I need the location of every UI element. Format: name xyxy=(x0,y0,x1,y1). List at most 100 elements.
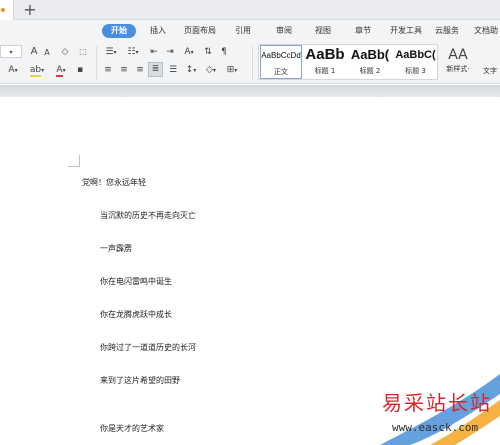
char-shading-icon: ▪ xyxy=(76,65,84,75)
line-spacing-button[interactable]: ↕▾ xyxy=(183,64,199,77)
align-center-icon: ≡ xyxy=(120,65,128,75)
chevron-down-icon: ▾ xyxy=(113,49,117,56)
pilcrow-icon: ¶ xyxy=(221,47,227,57)
char-shading-button[interactable]: ▪ xyxy=(74,64,86,76)
clear-format-button[interactable]: ◇ xyxy=(58,46,72,58)
phonetic-icon: ⬚ xyxy=(79,47,87,56)
margin-corner-mark xyxy=(68,155,80,167)
menu-home[interactable]: 开始 xyxy=(102,24,136,38)
watermark-url: www.easck.com xyxy=(392,421,479,434)
tab-bar: + xyxy=(0,0,500,20)
new-style-button[interactable]: AA 新样式· xyxy=(443,46,473,80)
align-right-icon: ≡ xyxy=(136,65,144,75)
chevron-down-icon: ▾ xyxy=(135,49,139,56)
align-center-button[interactable]: ≡ xyxy=(118,64,130,76)
distributed-align-icon: ☰ xyxy=(168,65,178,75)
text-line[interactable]: 党啊！您永远年轻 xyxy=(82,177,146,189)
chevron-down-icon: ▾ xyxy=(14,67,18,74)
shrink-font-button[interactable]: A xyxy=(42,47,52,59)
style-label: 标题 1 xyxy=(314,67,336,75)
show-marks-button[interactable]: ¶ xyxy=(218,46,230,58)
chevron-down-icon: ▾ xyxy=(193,67,197,74)
numbering-button[interactable]: ☷▾ xyxy=(124,46,142,59)
text-line[interactable]: 你是天才的艺术家 xyxy=(100,423,164,435)
sort-button[interactable]: ⇅ xyxy=(202,46,214,58)
bulleted-list-icon: ☰ xyxy=(105,47,114,57)
style-preview: AaBbC( xyxy=(395,49,436,61)
style-label: 标题 3 xyxy=(405,67,426,75)
menu-insert[interactable]: 插入 xyxy=(150,24,166,38)
style-heading-2[interactable]: AaBb( 标题 2 xyxy=(348,45,392,79)
font-size-dropdown[interactable]: ▾ xyxy=(0,45,22,58)
align-left-icon: ≡ xyxy=(104,65,112,75)
new-tab-button[interactable]: + xyxy=(22,1,38,19)
document-tab[interactable] xyxy=(0,0,14,20)
decrease-indent-button[interactable]: ⇤ xyxy=(148,46,160,58)
grow-font-button[interactable]: A xyxy=(28,46,40,58)
shading-button[interactable]: ◇▾ xyxy=(203,64,219,77)
new-style-label: 新样式· xyxy=(446,65,470,73)
highlighter-icon: ab xyxy=(29,65,42,77)
style-preview: AaBb xyxy=(305,46,345,63)
increase-indent-button[interactable]: ⇥ xyxy=(164,46,176,58)
numbered-list-icon: ☷ xyxy=(127,47,136,57)
text-tools-button[interactable]: 文字 xyxy=(483,66,497,76)
align-right-button[interactable]: ≡ xyxy=(134,64,146,76)
text-line[interactable]: 你在龙腾虎跃中成长 xyxy=(100,309,172,321)
toolbar-separator xyxy=(252,46,253,80)
text-line[interactable]: 来到了这片希望的田野 xyxy=(100,375,180,387)
watermark-title: 易采站长站 xyxy=(382,391,492,415)
unsaved-dot-icon xyxy=(1,8,5,12)
chevron-down-icon: ▾ xyxy=(190,49,194,56)
new-style-icon: AA xyxy=(448,47,468,63)
menu-developer[interactable]: 开发工具 xyxy=(390,24,422,38)
style-heading-3[interactable]: AaBbC( 标题 3 xyxy=(394,45,437,79)
borders-button[interactable]: ⊞▾ xyxy=(224,64,240,77)
style-preview: AaBbCcDd xyxy=(261,51,301,60)
wps-writer-window: + 开始 插入 页面布局 引用 审阅 视图 章节 开发工具 云服务 文档助 ▾ … xyxy=(0,0,500,445)
style-heading-1[interactable]: AaBb 标题 1 xyxy=(304,45,346,79)
menu-page-layout[interactable]: 页面布局 xyxy=(184,24,216,38)
chevron-down-icon: ▾ xyxy=(212,67,216,74)
chevron-down-icon: ▾ xyxy=(62,67,66,74)
chevron-down-icon: ▾ xyxy=(234,67,238,74)
text-line[interactable]: 当沉默的历史不再走向灭亡 xyxy=(100,210,196,222)
chinese-layout-button[interactable]: A▾ xyxy=(181,46,197,59)
style-label: 正文 xyxy=(274,68,288,76)
menu-references[interactable]: 引用 xyxy=(235,24,251,38)
style-preview: AaBb( xyxy=(350,47,390,62)
text-line[interactable]: 你跨过了一道道历史的长河 xyxy=(100,342,196,354)
home-toolbar: ▾ A A ◇ ⬚ A▾ ab▾ A▾ ▪ ☰▾ ☷▾ ⇤ ⇥ A▾ ⇅ ¶ ≡… xyxy=(0,42,500,84)
justify-icon: ≣ xyxy=(151,64,160,74)
chevron-down-icon: ▾ xyxy=(41,67,45,74)
text-line[interactable]: 你在电闪雷鸣中诞生 xyxy=(100,276,172,288)
distributed-button[interactable]: ☰ xyxy=(167,64,179,76)
text-effect-button[interactable]: A▾ xyxy=(4,64,22,77)
style-normal[interactable]: AaBbCcDd 正文 xyxy=(260,45,302,79)
menu-cloud[interactable]: 云服务 xyxy=(435,24,459,38)
menu-review[interactable]: 审阅 xyxy=(276,24,292,38)
menu-doc-assistant[interactable]: 文档助 xyxy=(474,24,498,38)
sort-icon: ⇅ xyxy=(204,47,212,57)
toolbar-shadow xyxy=(0,85,500,97)
text-line[interactable]: 一声霹雳 xyxy=(100,243,132,255)
eraser-icon: ◇ xyxy=(61,47,69,57)
grow-font-icon: A xyxy=(30,46,38,57)
paint-bucket-icon: ◇ xyxy=(206,65,213,75)
outdent-icon: ⇤ xyxy=(150,47,158,57)
menu-section[interactable]: 章节 xyxy=(355,24,371,38)
indent-icon: ⇥ xyxy=(166,47,174,57)
bullets-button[interactable]: ☰▾ xyxy=(102,46,120,59)
shrink-font-icon: A xyxy=(44,48,50,57)
ribbon-menu: 开始 插入 页面布局 引用 审阅 视图 章节 开发工具 云服务 文档助 xyxy=(0,20,500,42)
menu-view[interactable]: 视图 xyxy=(315,24,331,38)
chevron-down-icon: ▾ xyxy=(9,49,13,56)
style-gallery: AaBbCcDd 正文 AaBb 标题 1 AaBb( 标题 2 AaBbC( … xyxy=(258,44,438,80)
align-left-button[interactable]: ≡ xyxy=(102,64,114,76)
highlight-button[interactable]: ab▾ xyxy=(26,64,48,77)
toolbar-separator xyxy=(96,46,97,80)
char-border-button[interactable]: ⬚ xyxy=(76,46,90,58)
font-color-button[interactable]: A▾ xyxy=(52,64,70,77)
style-label: 标题 2 xyxy=(359,67,381,75)
justify-button[interactable]: ≣ xyxy=(148,62,163,77)
